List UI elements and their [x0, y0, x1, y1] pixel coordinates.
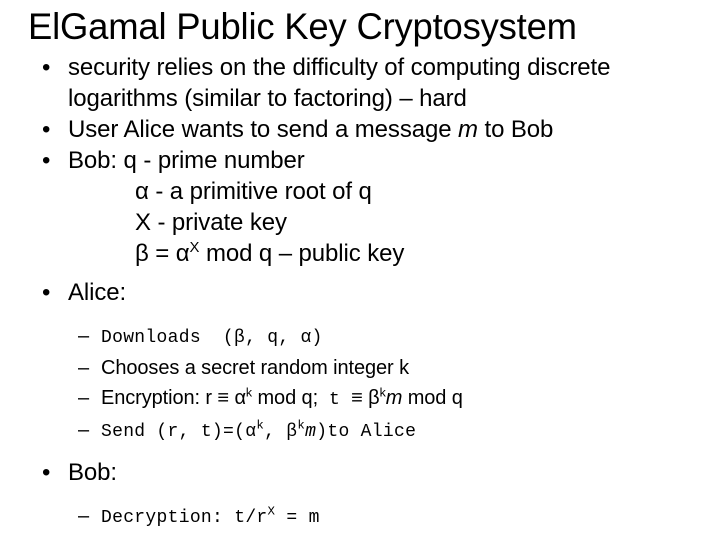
bob-step-decryption: – Decryption: t/rX = m [0, 501, 720, 533]
dash-bullet-icon: – [78, 387, 90, 409]
alice-heading-text: Alice: [68, 279, 127, 306]
decryption-tail: = m [275, 508, 320, 528]
encryption-message-var: m [385, 387, 403, 409]
slide-title: ElGamal Public Key Cryptosystem [28, 6, 577, 47]
decryption-label: Decryption: t/r [101, 508, 268, 528]
downloads-arg-beta: (β, [222, 328, 257, 348]
dash-bullet-icon: – [78, 357, 90, 379]
bullet-dot-icon: • [42, 147, 51, 174]
alice-sends-post: to Bob [477, 116, 554, 143]
encryption-ciphertext-t: t [329, 390, 341, 410]
bob-param-alpha: α - a primitive root of q [135, 178, 372, 205]
alice-sends-pre: User Alice wants to send a message [68, 116, 459, 143]
alice-step-encryption: – Encryption: r ≡ αk mod q; t ≡ βkm mod q [0, 383, 720, 415]
alice-step-send: – Send (r, t)=(αk, βkm)to Alice [0, 415, 720, 447]
bullet-bob-heading: • Bob: [0, 457, 720, 488]
bullet-dot-icon: • [42, 54, 51, 81]
chooses-k-text: Chooses a secret random integer k [101, 357, 409, 379]
send-exponent-k1: k [256, 418, 265, 433]
slide-canvas: ElGamal Public Key Cryptosystem • securi… [0, 0, 720, 540]
alice-step-chooses-k: – Chooses a secret random integer k [0, 353, 720, 383]
bob-param-private-key: X - private key [135, 209, 287, 236]
dash-bullet-icon: – [78, 325, 90, 347]
alice-step-downloads: – Downloads (β, q, α) [0, 321, 720, 353]
bob-heading-text: Bob: [68, 459, 117, 486]
bullet-alice-sends: • User Alice wants to send a message m t… [0, 114, 720, 145]
send-comma-beta: , β [264, 422, 298, 442]
send-recipient: to Alice [327, 422, 417, 442]
encryption-equiv-beta: ≡ β [351, 387, 380, 409]
send-message-var: m [305, 422, 317, 442]
bullet-dot-icon: • [42, 279, 51, 306]
send-close-paren: ) [316, 422, 328, 442]
dash-bullet-icon: – [78, 505, 90, 527]
bullet-dot-icon: • [42, 459, 51, 486]
bullet-dot-icon: • [42, 116, 51, 143]
encryption-mid: mod q; [252, 387, 319, 409]
downloads-arg-q: q, [267, 328, 290, 348]
bob-public-key-equation: β = αX mod q – public key [0, 238, 720, 269]
alice-sends-message-var: m [458, 116, 478, 143]
slide-body: • security relies on the difficulty of c… [0, 52, 720, 533]
send-exponent-k2: k [297, 418, 306, 433]
dash-bullet-icon: – [78, 419, 90, 441]
bullet-alice-heading: • Alice: [0, 277, 720, 308]
send-args: (r, t)=(α [156, 422, 257, 442]
bullet-bob-prime: • Bob: q - prime number [0, 145, 720, 176]
encryption-label: Encryption: r ≡ α [101, 387, 246, 409]
public-key-tail: mod q – public key [199, 240, 405, 267]
bob-prime-text: Bob: q - prime number [68, 147, 305, 174]
bullet-security-line2: logarithms (similar to factoring) – hard [68, 85, 467, 112]
public-key-lead: β = α [135, 240, 190, 267]
encryption-tail: mod q [402, 387, 463, 409]
downloads-arg-alpha: α) [300, 328, 323, 348]
downloads-keyword: Downloads [101, 328, 201, 348]
bullet-security-line1: security relies on the difficulty of com… [68, 54, 611, 81]
send-keyword: Send [101, 422, 146, 442]
public-key-exponent: X [189, 240, 200, 256]
bullet-security: • security relies on the difficulty of c… [0, 52, 720, 114]
